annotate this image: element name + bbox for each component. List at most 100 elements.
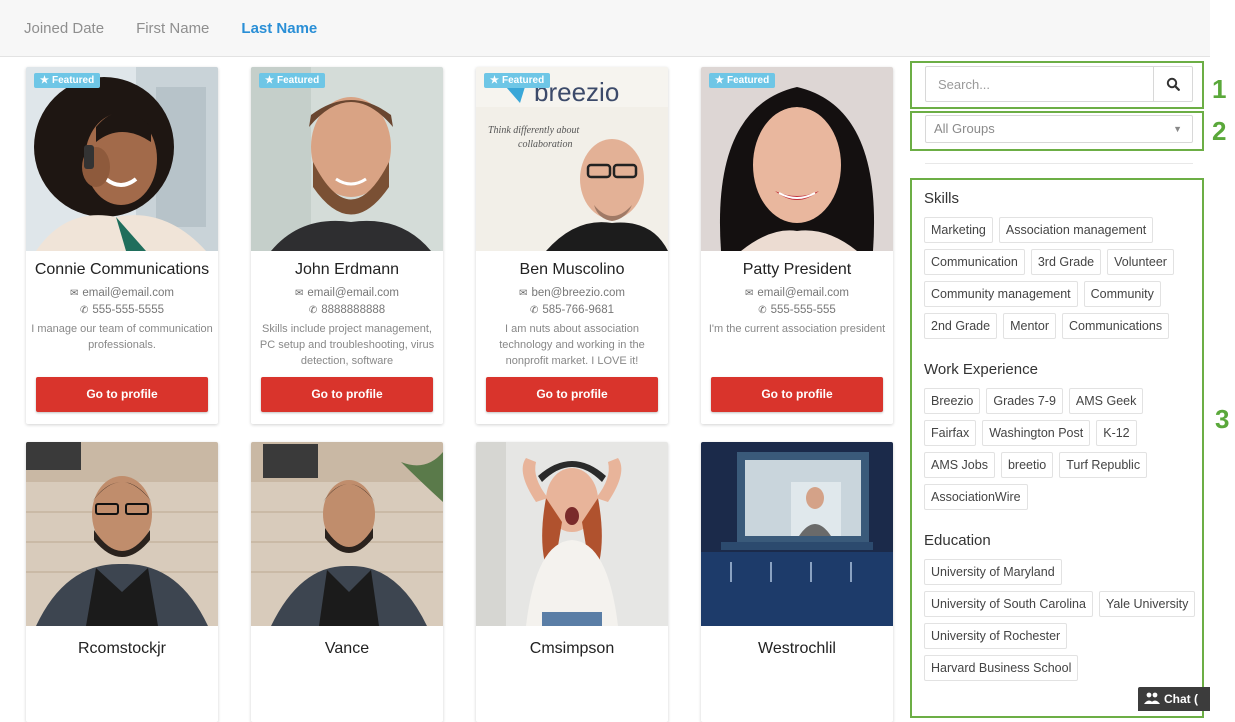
member-contact: ✉ email@email.com ✆ 555-555-555 bbox=[701, 285, 893, 319]
featured-badge: ★ Featured bbox=[259, 73, 326, 88]
tag[interactable]: Harvard Business School bbox=[924, 655, 1079, 681]
skills-tags: Marketing Association management Communi… bbox=[924, 217, 1196, 339]
member-photo[interactable] bbox=[701, 442, 893, 626]
phone-icon: ✆ bbox=[758, 305, 767, 316]
tag[interactable]: University of South Carolina bbox=[924, 591, 1093, 617]
tag[interactable]: Turf Republic bbox=[1059, 452, 1148, 478]
member-email[interactable]: email@email.com bbox=[757, 287, 849, 299]
tag[interactable]: breetio bbox=[1000, 452, 1054, 478]
work-experience-tags: Breezio Grades 7-9 AMS Geek Fairfax Wash… bbox=[924, 388, 1196, 510]
sort-joined-date[interactable]: Joined Date bbox=[24, 20, 104, 37]
tag[interactable]: Washington Post bbox=[982, 420, 1091, 446]
tag[interactable]: Communication bbox=[924, 249, 1025, 275]
star-icon: ★ bbox=[40, 75, 49, 86]
tag[interactable]: Grades 7-9 bbox=[986, 388, 1063, 414]
tag[interactable]: 3rd Grade bbox=[1030, 249, 1102, 275]
member-card: ★ Featured Patty President ✉ email@email.c… bbox=[701, 67, 893, 424]
tag[interactable]: Association management bbox=[998, 217, 1154, 243]
tag[interactable]: Breezio bbox=[924, 388, 981, 414]
member-name[interactable]: Connie Communications bbox=[26, 261, 218, 279]
member-bio: I manage our team of communication profe… bbox=[31, 323, 213, 351]
member-name[interactable]: John Erdmann bbox=[251, 261, 443, 279]
tag[interactable]: Community management bbox=[924, 281, 1078, 307]
member-phone: 8888888888 bbox=[321, 304, 386, 316]
tag[interactable]: Community bbox=[1083, 281, 1161, 307]
member-name[interactable]: Cmsimpson bbox=[476, 640, 668, 658]
facet-panel: Skills Marketing Association management … bbox=[924, 180, 1196, 703]
member-name[interactable]: Vance bbox=[251, 640, 443, 658]
tag[interactable]: AMS Jobs bbox=[924, 452, 995, 478]
member-phone: 555-555-5555 bbox=[92, 304, 164, 316]
member-name[interactable]: Patty President bbox=[701, 261, 893, 279]
tag[interactable]: University of Rochester bbox=[924, 623, 1068, 649]
callout-number-1: 1 bbox=[1212, 74, 1227, 104]
tag[interactable]: Communications bbox=[1061, 313, 1170, 339]
tag[interactable]: Yale University bbox=[1098, 591, 1196, 617]
member-card: ★ Featured Connie Communications ✉ email@e… bbox=[26, 67, 218, 424]
envelope-icon: ✉ bbox=[70, 288, 79, 299]
sidebar-divider bbox=[925, 163, 1193, 164]
member-email[interactable]: ben@breezio.com bbox=[531, 287, 625, 299]
tag[interactable]: Fairfax bbox=[924, 420, 977, 446]
tag[interactable]: AssociationWire bbox=[924, 484, 1028, 510]
member-card: Rcomstockjr bbox=[26, 442, 218, 722]
tag[interactable]: Volunteer bbox=[1107, 249, 1174, 275]
go-to-profile-button[interactable]: Go to profile bbox=[261, 377, 433, 412]
member-photo[interactable]: ★ Featured bbox=[701, 67, 893, 251]
member-card: Cmsimpson bbox=[476, 442, 668, 722]
member-photo[interactable] bbox=[26, 442, 218, 626]
callout-number-2: 2 bbox=[1212, 116, 1227, 146]
envelope-icon: ✉ bbox=[295, 288, 304, 299]
member-name[interactable]: Westrochlil bbox=[701, 640, 893, 658]
breezio-tagline-1: Think differently about bbox=[488, 125, 580, 136]
member-contact: ✉ email@email.com ✆ 8888888888 bbox=[251, 285, 443, 319]
tag[interactable]: AMS Geek bbox=[1068, 388, 1144, 414]
phone-icon: ✆ bbox=[79, 305, 89, 316]
member-bio: I am nuts about association technology a… bbox=[499, 323, 645, 367]
envelope-icon: ✉ bbox=[745, 288, 754, 299]
member-photo[interactable]: ★ Featured bbox=[26, 67, 218, 251]
star-icon: ★ bbox=[265, 75, 274, 86]
sort-last-name[interactable]: Last Name bbox=[241, 20, 317, 37]
facet-title-skills: Skills bbox=[924, 190, 960, 207]
search-input[interactable] bbox=[926, 67, 1153, 101]
tag[interactable]: Marketing bbox=[924, 217, 993, 243]
member-email[interactable]: email@email.com bbox=[307, 287, 399, 299]
member-name[interactable]: Rcomstockjr bbox=[26, 640, 218, 658]
chat-button[interactable]: Chat ( bbox=[1138, 687, 1210, 711]
member-photo[interactable] bbox=[476, 442, 668, 626]
search-box bbox=[925, 66, 1193, 102]
go-to-profile-button[interactable]: Go to profile bbox=[36, 377, 208, 412]
tag[interactable]: K-12 bbox=[1096, 420, 1137, 446]
member-card: Vance bbox=[251, 442, 443, 722]
group-filter-select[interactable]: All Groups ▼ bbox=[925, 115, 1193, 143]
go-to-profile-button[interactable]: Go to profile bbox=[711, 377, 883, 412]
member-email[interactable]: email@email.com bbox=[82, 287, 174, 299]
member-card: ★ Featured John Erdmann ✉ email@email.com … bbox=[251, 67, 443, 424]
featured-badge: ★ Featured bbox=[709, 73, 776, 88]
member-phone: 585-766-9681 bbox=[542, 304, 614, 316]
member-photo[interactable] bbox=[251, 442, 443, 626]
phone-icon: ✆ bbox=[308, 305, 318, 316]
member-card: Westrochlil bbox=[701, 442, 893, 722]
tag[interactable]: Mentor bbox=[1003, 313, 1056, 339]
search-button[interactable] bbox=[1153, 67, 1192, 101]
sort-first-name[interactable]: First Name bbox=[136, 20, 209, 37]
featured-badge: ★ Featured bbox=[34, 73, 101, 88]
member-bio: Skills include project management, PC se… bbox=[259, 323, 435, 367]
go-to-profile-button[interactable]: Go to profile bbox=[486, 377, 658, 412]
sort-bar: Joined Date First Name Last Name bbox=[0, 0, 1210, 57]
member-contact: ✉ ben@breezio.com ✆ 585-766-9681 bbox=[476, 285, 668, 319]
chat-label: Chat ( bbox=[1164, 692, 1198, 706]
group-filter-value: All Groups bbox=[934, 121, 995, 136]
member-name[interactable]: Ben Muscolino bbox=[476, 261, 668, 279]
tag[interactable]: University of Maryland bbox=[924, 559, 1062, 585]
member-contact: ✉ email@email.com ✆ 555-555-5555 bbox=[26, 285, 218, 319]
search-icon bbox=[1166, 77, 1180, 91]
tag[interactable]: 2nd Grade bbox=[924, 313, 998, 339]
chevron-down-icon: ▼ bbox=[1173, 124, 1182, 134]
star-icon: ★ bbox=[715, 75, 724, 86]
member-phone: 555-555-555 bbox=[770, 304, 836, 316]
member-photo[interactable]: ★ Featured bbox=[251, 67, 443, 251]
member-photo[interactable]: breezio Think differently about collabor… bbox=[476, 67, 668, 251]
